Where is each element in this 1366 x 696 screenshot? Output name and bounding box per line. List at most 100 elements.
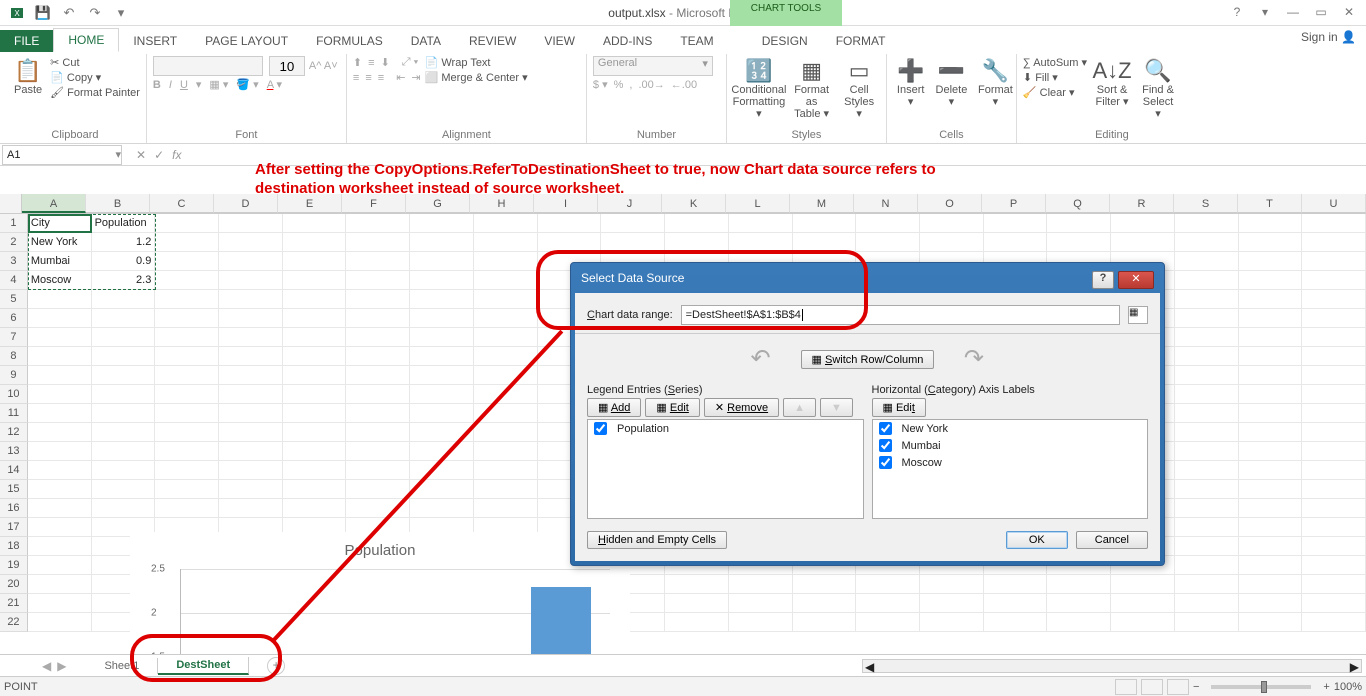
cell[interactable] — [729, 613, 793, 632]
cell[interactable] — [1175, 499, 1239, 518]
cell[interactable] — [1302, 556, 1366, 575]
zoom-level[interactable]: 100% — [1334, 681, 1362, 693]
cell[interactable] — [793, 233, 857, 252]
italic-button[interactable]: I — [169, 79, 172, 91]
cell[interactable] — [474, 328, 538, 347]
view-normal-icon[interactable] — [1115, 679, 1137, 695]
insert-function-icon[interactable]: fx — [172, 148, 181, 162]
cell[interactable] — [1239, 328, 1303, 347]
cell[interactable] — [219, 499, 283, 518]
cell[interactable] — [28, 385, 92, 404]
series-remove-button[interactable]: ✕ Remove — [704, 398, 779, 417]
row-header[interactable]: 9 — [0, 366, 28, 385]
cell[interactable] — [1175, 575, 1239, 594]
tab-home[interactable]: HOME — [53, 28, 119, 52]
align-top-icon[interactable]: ⬆ — [353, 56, 362, 69]
column-header[interactable]: G — [406, 194, 470, 213]
tab-page-layout[interactable]: PAGE LAYOUT — [191, 30, 302, 52]
cell[interactable] — [1175, 290, 1239, 309]
column-header[interactable]: I — [534, 194, 598, 213]
cell[interactable] — [474, 252, 538, 271]
cell[interactable] — [155, 328, 219, 347]
cell[interactable] — [665, 594, 729, 613]
cell[interactable] — [1239, 575, 1303, 594]
cell[interactable] — [1239, 594, 1303, 613]
cell[interactable] — [28, 537, 92, 556]
cell[interactable] — [92, 480, 156, 499]
align-center-icon[interactable]: ≡ — [365, 72, 371, 84]
cell[interactable] — [219, 290, 283, 309]
cell[interactable] — [155, 233, 219, 252]
cell[interactable] — [28, 518, 92, 537]
increase-indent-icon[interactable]: ⇥ — [411, 71, 420, 84]
tab-insert[interactable]: INSERT — [119, 30, 191, 52]
cell[interactable] — [410, 309, 474, 328]
list-item[interactable]: Population — [588, 420, 863, 437]
cell[interactable] — [155, 271, 219, 290]
cell[interactable] — [410, 347, 474, 366]
column-header[interactable]: H — [470, 194, 534, 213]
column-header[interactable]: O — [918, 194, 982, 213]
cell[interactable] — [1239, 556, 1303, 575]
cell[interactable] — [1239, 423, 1303, 442]
cell[interactable] — [920, 594, 984, 613]
cell[interactable] — [920, 575, 984, 594]
row-header[interactable]: 1 — [0, 214, 28, 233]
cell[interactable] — [1175, 366, 1239, 385]
paste-button[interactable]: 📋Paste — [10, 56, 46, 98]
cell[interactable] — [665, 613, 729, 632]
cell[interactable] — [984, 613, 1048, 632]
column-header[interactable]: E — [278, 194, 342, 213]
series-list[interactable]: Population — [587, 419, 864, 519]
cell[interactable] — [283, 499, 347, 518]
switch-row-column-button[interactable]: ▦ Switch Row/Column — [801, 350, 935, 369]
zoom-out-icon[interactable]: − — [1193, 681, 1199, 693]
cell[interactable] — [28, 309, 92, 328]
cell[interactable] — [1302, 271, 1366, 290]
minimize-icon[interactable]: — — [1280, 2, 1306, 22]
cell[interactable] — [346, 309, 410, 328]
cell[interactable] — [856, 233, 920, 252]
wrap-text-button[interactable]: 📄 Wrap Text — [425, 56, 528, 69]
list-item[interactable]: Mumbai — [873, 437, 1148, 454]
cell[interactable] — [1239, 480, 1303, 499]
cell[interactable] — [1302, 423, 1366, 442]
cell[interactable] — [793, 214, 857, 233]
dialog-close-icon[interactable]: ✕ — [1118, 271, 1154, 289]
cell[interactable] — [1239, 385, 1303, 404]
align-bottom-icon[interactable]: ⬇ — [381, 56, 390, 69]
cell[interactable] — [984, 233, 1048, 252]
row-header[interactable]: 12 — [0, 423, 28, 442]
cell[interactable] — [1175, 442, 1239, 461]
column-header[interactable]: B — [86, 194, 150, 213]
cell[interactable] — [1302, 290, 1366, 309]
cell[interactable] — [1111, 613, 1175, 632]
cell[interactable] — [410, 252, 474, 271]
cell[interactable] — [1302, 518, 1366, 537]
cell[interactable] — [410, 328, 474, 347]
format-as-table-button[interactable]: ▦Format as Table ▾ — [789, 56, 834, 122]
cell[interactable] — [601, 214, 665, 233]
cell[interactable] — [410, 385, 474, 404]
undo-icon[interactable]: ↶ — [58, 3, 80, 23]
tab-format[interactable]: FORMAT — [822, 30, 900, 52]
cell[interactable]: 2.3 — [92, 271, 156, 290]
cell[interactable] — [155, 290, 219, 309]
decrease-decimal-icon[interactable]: ←.00 — [671, 79, 697, 91]
cell[interactable] — [283, 271, 347, 290]
series-move-down-button[interactable]: ▼ — [820, 398, 853, 417]
column-header[interactable]: M — [790, 194, 854, 213]
row-header[interactable]: 16 — [0, 499, 28, 518]
cell[interactable] — [1239, 366, 1303, 385]
column-header[interactable]: R — [1110, 194, 1174, 213]
cell[interactable] — [346, 233, 410, 252]
column-header[interactable]: F — [342, 194, 406, 213]
redo-icon[interactable]: ↷ — [84, 3, 106, 23]
cell[interactable] — [1175, 556, 1239, 575]
cell[interactable] — [1175, 233, 1239, 252]
tab-data[interactable]: DATA — [397, 30, 455, 52]
zoom-in-icon[interactable]: + — [1323, 681, 1329, 693]
column-header[interactable]: T — [1238, 194, 1302, 213]
cell[interactable] — [28, 556, 92, 575]
orientation-icon[interactable]: ⤢ ▾ — [402, 56, 418, 69]
